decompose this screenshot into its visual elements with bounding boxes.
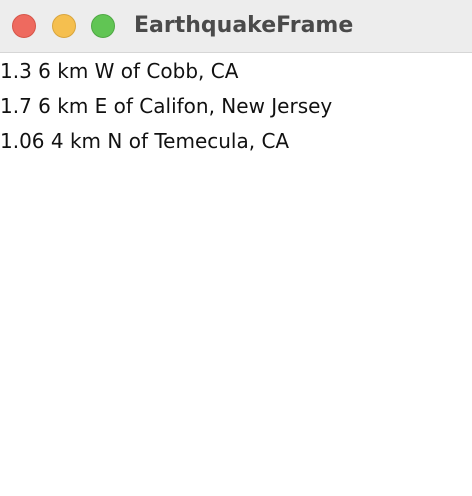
earthquake-list-item: 1.3 6 km W of Cobb, CA (0, 59, 239, 83)
earthquake-frame-window: EarthquakeFrame 1.3 6 km W of Cobb, CA 1… (0, 0, 472, 496)
zoom-window-button[interactable] (91, 14, 115, 38)
window-title: EarthquakeFrame (134, 13, 354, 38)
title-bar[interactable]: EarthquakeFrame (0, 0, 472, 53)
earthquake-list-item: 1.7 6 km E of Califon, New Jersey (0, 94, 333, 118)
close-window-button[interactable] (12, 14, 36, 38)
minimize-window-button[interactable] (52, 14, 76, 38)
earthquake-list-item: 1.06 4 km N of Temecula, CA (0, 129, 290, 153)
earthquake-list: 1.3 6 km W of Cobb, CA 1.7 6 km E of Cal… (0, 54, 472, 159)
earthquake-list-panel: 1.3 6 km W of Cobb, CA 1.7 6 km E of Cal… (0, 54, 472, 496)
